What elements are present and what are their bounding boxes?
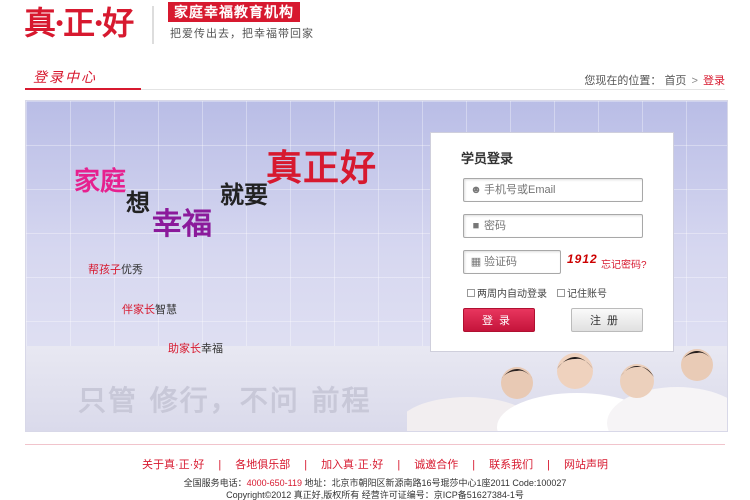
forgot-password-link[interactable]: 忘记密码? [601,256,647,271]
banner-tag-parent-happy: 助家长幸福 [168,340,223,356]
banner-motto: 只管 修行，不问 前程 [78,384,372,417]
site-logo[interactable]: 真·正·好 [24,4,149,44]
tag-highlight: 帮孩子 [88,264,121,276]
footer-copyright: Copyright©2012 真正好,版权所有 经营许可证编号：京ICP备516… [226,490,524,500]
footer-address: 地址：北京市朝阳区新源南路16号琨莎中心1座2011 Code:100027 [304,478,567,488]
login-button[interactable]: 登录 [463,308,535,332]
banner-tag-parent-wisdom: 伴家长智慧 [122,301,177,317]
service-phone-label: 全国服务电话： [183,478,247,488]
breadcrumb-current: 登录 [703,75,725,87]
banner-word-family: 家庭 [74,167,127,197]
remember-account-checkbox[interactable]: 记住账号 [557,285,607,300]
user-icon: ☻ [470,184,482,196]
tag-highlight: 助家长 [168,343,201,355]
logo-text: 真·正·好 [24,4,134,42]
username-input[interactable] [484,181,639,199]
banner-tag-child: 帮孩子优秀 [88,261,143,277]
lock-icon: ■ [472,220,480,232]
footer-nav-separator: | [547,459,550,471]
captcha-input[interactable] [484,253,556,271]
banner-word-just: 就要 [220,180,268,209]
password-field[interactable]: ■ [463,214,643,238]
brand-slogan: 把爱传出去，把幸福带回家 [170,27,314,40]
tag-rest: 智慧 [155,304,177,316]
brand-tag: 家庭幸福教育机构 [168,2,300,22]
checkbox-box[interactable] [557,288,565,297]
footer-nav-separator: | [397,459,401,471]
section-titlebar: 登录中心 您现在的位置： 首页 > 登录 [25,62,725,90]
breadcrumb-home-link[interactable]: 首页 [664,75,686,87]
footer-link-statement[interactable]: 网站声明 [564,459,608,471]
footer-nav-separator: | [218,459,222,471]
register-button[interactable]: 注册 [571,308,643,332]
site-header: 真·正·好 家庭幸福教育机构 把爱传出去，把幸福带回家 [0,0,750,60]
breadcrumb-separator: > [691,75,698,87]
footer-nav-separator: | [472,459,476,471]
captcha-field[interactable]: ▦ [463,250,561,274]
checkbox-box[interactable] [467,288,475,297]
banner-word-want: 想 [126,188,150,217]
captcha-icon: ▦ [470,256,482,268]
footer-link-clubs[interactable]: 各地俱乐部 [235,459,290,471]
auto-login-checkbox[interactable]: 两周内自动登录 [467,285,547,300]
banner-word-happy: 幸福 [152,207,212,242]
password-input[interactable] [484,217,639,235]
footer-nav-separator: | [304,459,308,471]
tag-rest: 优秀 [121,264,143,276]
footer-divider [25,444,725,445]
username-field[interactable]: ☻ [463,178,643,202]
login-title: 学员登录 [461,151,514,166]
login-panel: 学员登录 ☻ ■ ▦ 1912 忘记密码? 两周内自动登录 记住账号 登录 注册 [430,132,674,352]
footer-link-cooperate[interactable]: 诚邀合作 [414,459,458,471]
banner-word-brand: 真正好 [266,147,378,189]
auto-login-label: 两周内自动登录 [477,289,547,300]
section-title-text: 登录中心 [33,70,97,86]
breadcrumb: 您现在的位置： 首页 > 登录 [584,72,725,88]
breadcrumb-prefix: 您现在的位置： [584,75,662,87]
remember-account-label: 记住账号 [567,289,607,300]
logo-divider [152,6,154,44]
captcha-image[interactable]: 1912 [567,252,598,266]
footer-nav: 关于真·正·好 | 各地俱乐部 | 加入真·正·好 | 诚邀合作 | 联系我们 | 网站声明 [0,456,750,472]
footer-link-contact[interactable]: 联系我们 [489,459,533,471]
tag-rest: 幸福 [201,343,223,355]
service-phone: 4000-650-119 [246,478,302,488]
tag-highlight: 伴家长 [122,304,155,316]
section-title: 登录中心 [25,62,141,90]
footer-link-join[interactable]: 加入真·正·好 [321,459,383,471]
footer-link-about[interactable]: 关于真·正·好 [142,459,204,471]
